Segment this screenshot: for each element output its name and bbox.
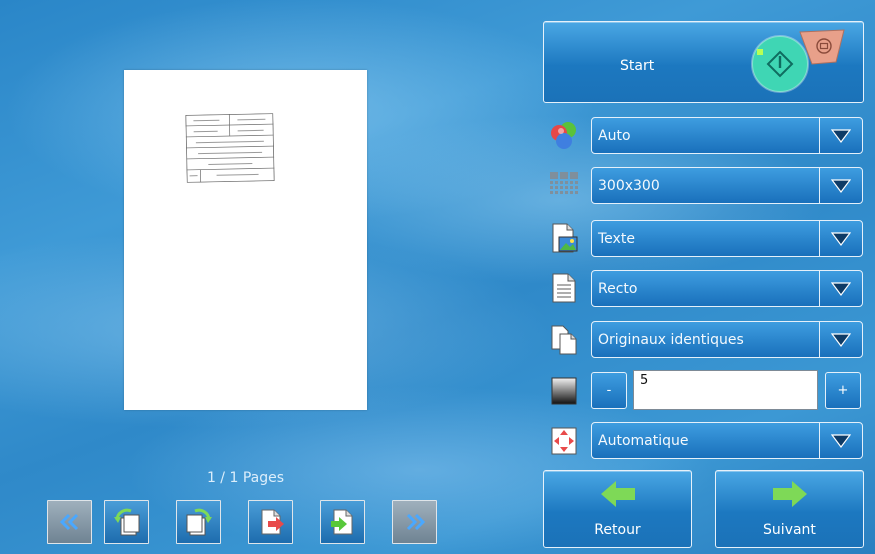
next-label: Suivant xyxy=(763,522,816,538)
page-preview xyxy=(124,70,367,410)
back-label: Retour xyxy=(594,522,641,538)
chevron-down-icon xyxy=(819,271,862,306)
density-increase-button[interactable]: + xyxy=(825,372,861,409)
document-type-icon xyxy=(552,223,578,253)
chevron-down-icon xyxy=(819,168,862,203)
sides-icon xyxy=(552,273,576,303)
double-chevron-right-icon xyxy=(406,513,425,531)
density-decrease-button[interactable]: - xyxy=(591,372,627,409)
chevron-down-icon xyxy=(819,118,862,153)
page-counter: 1 / 1 Pages xyxy=(206,470,285,486)
color-mode-select[interactable]: Auto xyxy=(591,117,863,154)
last-page-button[interactable] xyxy=(392,500,437,544)
resolution-select[interactable]: 300x300 xyxy=(591,167,863,204)
page-size-icon xyxy=(551,427,577,455)
back-button[interactable]: Retour xyxy=(543,470,692,548)
color-mode-value: Auto xyxy=(598,128,631,144)
insert-page-button[interactable] xyxy=(320,500,365,544)
page-size-value: Automatique xyxy=(598,433,689,449)
resolution-value: 300x300 xyxy=(598,178,660,194)
sides-value: Recto xyxy=(598,281,638,297)
chevron-down-icon xyxy=(819,322,862,357)
rotate-right-button[interactable] xyxy=(176,500,221,544)
originals-icon xyxy=(551,325,577,355)
page-size-select[interactable]: Automatique xyxy=(591,422,863,459)
rotate-left-button[interactable] xyxy=(104,500,149,544)
resolution-icon xyxy=(550,172,578,194)
arrow-left-icon xyxy=(600,481,635,507)
document-type-value: Texte xyxy=(598,231,635,247)
double-chevron-left-icon xyxy=(59,513,78,531)
start-stop-icon xyxy=(751,29,845,93)
start-button[interactable]: Start xyxy=(543,21,864,103)
arrow-right-icon xyxy=(772,481,807,507)
start-label: Start xyxy=(620,58,655,74)
rotate-left-icon xyxy=(113,508,139,536)
page-remove-icon xyxy=(261,509,284,535)
density-input[interactable]: 5 xyxy=(633,370,818,410)
chevron-down-icon xyxy=(819,423,862,458)
first-page-button[interactable] xyxy=(47,500,92,544)
scanned-document-thumbnail xyxy=(185,113,275,183)
color-mode-icon xyxy=(551,122,576,149)
delete-page-button[interactable] xyxy=(248,500,293,544)
rotate-right-icon xyxy=(186,508,212,536)
density-icon xyxy=(551,377,577,405)
next-button[interactable]: Suivant xyxy=(715,470,864,548)
sides-select[interactable]: Recto xyxy=(591,270,863,307)
document-type-select[interactable]: Texte xyxy=(591,220,863,257)
chevron-down-icon xyxy=(819,221,862,256)
page-insert-icon xyxy=(330,509,352,535)
originals-value: Originaux identiques xyxy=(598,332,744,348)
originals-select[interactable]: Originaux identiques xyxy=(591,321,863,358)
